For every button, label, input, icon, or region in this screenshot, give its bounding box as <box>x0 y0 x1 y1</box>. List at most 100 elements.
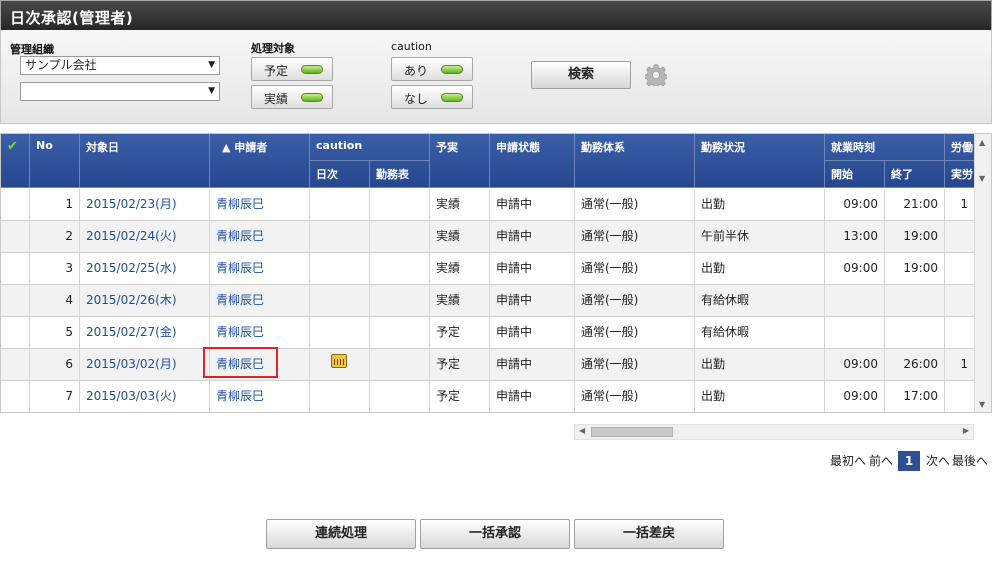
scroll-left-arrow-icon[interactable]: ◀ <box>579 426 585 435</box>
cell-applicant-link[interactable]: 青柳辰巳 <box>210 253 310 284</box>
col-work[interactable]: 勤務状況 <box>695 134 825 188</box>
pager-last[interactable]: 最後へ <box>952 452 988 469</box>
cell-applicant-link[interactable]: 青柳辰巳 <box>210 189 310 220</box>
bulk-approve-button[interactable]: 一括承認 <box>420 519 570 549</box>
bulk-return-button[interactable]: 一括差戻 <box>574 519 724 549</box>
chevron-down-icon: ▼ <box>208 60 215 70</box>
scroll-down-arrow-icon[interactable]: ▼ <box>979 400 985 409</box>
pager-prev[interactable]: 前へ <box>869 452 893 469</box>
org-select[interactable]: サンプル会社 ▼ <box>20 56 220 75</box>
cell-date-link[interactable]: 2015/02/23(月) <box>80 189 210 220</box>
cell-system: 通常(一般) <box>575 253 695 284</box>
col-status[interactable]: 申請状態 <box>490 134 575 188</box>
table-row[interactable]: 3 2015/02/25(水) 青柳辰巳 実績 申請中 通常(一般) 出勤 09:00 19:0… <box>1 253 975 285</box>
row-checkbox[interactable] <box>1 285 30 316</box>
cell-date-link[interactable]: 2015/02/27(金) <box>80 317 210 348</box>
cell-date-link-text[interactable]: 2015/02/26(木) <box>86 293 177 307</box>
cell-date-link[interactable]: 2015/03/03(火) <box>80 381 210 412</box>
select-all-checkbox[interactable]: ✔ <box>1 134 30 188</box>
table-row[interactable]: 1 2015/02/23(月) 青柳辰巳 実績 申請中 通常(一般) 出勤 09:00 21:0… <box>1 189 975 221</box>
row-checkbox[interactable] <box>1 253 30 284</box>
cell-date-link[interactable]: 2015/03/02(月) <box>80 349 210 380</box>
table-row[interactable]: 6 2015/03/02(月) 青柳辰巳 予定 申請中 通常(一般) 出勤 09:00 26:0… <box>1 349 975 381</box>
cell-applicant-link[interactable]: 青柳辰巳 <box>210 221 310 252</box>
org-sub-select[interactable]: ▼ <box>20 82 220 101</box>
pager-first[interactable]: 最初へ <box>830 452 866 469</box>
table-row[interactable]: 7 2015/03/03(火) 青柳辰巳 予定 申請中 通常(一般) 出勤 09:00 17:0… <box>1 381 975 412</box>
cell-work: 出勤 <box>695 189 825 220</box>
cell-applicant-link-text[interactable]: 青柳辰巳 <box>216 261 264 275</box>
scroll-thumb[interactable] <box>591 427 673 437</box>
cell-date-link[interactable]: 2015/02/24(火) <box>80 221 210 252</box>
scroll-right-arrow-icon[interactable]: ▶ <box>963 426 969 435</box>
cell-applicant-link[interactable]: 青柳辰巳 <box>210 285 310 316</box>
pager-next[interactable]: 次へ <box>926 452 950 469</box>
col-system[interactable]: 勤務体系 <box>575 134 695 188</box>
cell-applicant-link[interactable]: 青柳辰巳 <box>210 381 310 412</box>
cell-date-link-text[interactable]: 2015/02/27(金) <box>86 325 177 339</box>
cell-system: 通常(一般) <box>575 285 695 316</box>
row-checkbox[interactable] <box>1 317 30 348</box>
table-row[interactable]: 4 2015/02/26(木) 青柳辰巳 実績 申請中 通常(一般) 有給休暇 <box>1 285 975 317</box>
cell-caution-daily <box>310 253 370 284</box>
cell-date-link[interactable]: 2015/02/25(水) <box>80 253 210 284</box>
cell-date-link-text[interactable]: 2015/02/23(月) <box>86 197 177 211</box>
cell-date-link[interactable]: 2015/02/26(木) <box>80 285 210 316</box>
cell-system: 通常(一般) <box>575 221 695 252</box>
cell-applicant-link-text[interactable]: 青柳辰巳 <box>216 229 264 243</box>
continuous-process-button[interactable]: 連続処理 <box>266 519 416 549</box>
col-caution-daily[interactable]: 日次 <box>310 161 370 188</box>
caution-yes-toggle[interactable]: あり <box>391 57 473 81</box>
col-caution-sheet[interactable]: 勤務表 <box>370 161 430 188</box>
col-end[interactable]: 終了 <box>885 161 945 188</box>
cell-plan: 予定 <box>430 317 490 348</box>
table-row[interactable]: 5 2015/02/27(金) 青柳辰巳 予定 申請中 通常(一般) 有給休暇 <box>1 317 975 349</box>
target-actual-label: 実績 <box>264 92 289 106</box>
cell-no: 3 <box>30 253 80 284</box>
cell-caution-daily <box>310 285 370 316</box>
table-header: ✔ No 対象日 ▲ 申請者 caution 日次 勤務表 予実 申請状態 勤務… <box>1 134 975 188</box>
vertical-scrollbar[interactable]: ▲ ▼ ▼ <box>974 134 991 412</box>
cell-actual <box>945 285 975 316</box>
target-actual-toggle[interactable]: 実績 <box>251 85 333 109</box>
cell-date-link-text[interactable]: 2015/03/02(月) <box>86 357 177 371</box>
col-plan[interactable]: 予実 <box>430 134 490 188</box>
caution-no-toggle[interactable]: なし <box>391 85 473 109</box>
row-checkbox[interactable] <box>1 349 30 380</box>
target-plan-toggle[interactable]: 予定 <box>251 57 333 81</box>
horizontal-scrollbar[interactable]: ◀ ▶ <box>574 424 974 440</box>
col-no[interactable]: No <box>30 134 80 188</box>
row-checkbox[interactable] <box>1 221 30 252</box>
cell-date-link-text[interactable]: 2015/02/25(水) <box>86 261 177 275</box>
row-checkbox[interactable] <box>1 381 30 412</box>
window-title-bar: 日次承認(管理者) <box>0 0 992 30</box>
cell-caution-sheet <box>370 349 430 380</box>
cell-plan: 予定 <box>430 349 490 380</box>
cell-applicant-link-text[interactable]: 青柳辰巳 <box>216 293 264 307</box>
cell-applicant-link-text[interactable]: 青柳辰巳 <box>216 197 264 211</box>
scroll-up-arrow-icon[interactable]: ▲ <box>979 138 985 147</box>
cell-status: 申請中 <box>490 381 575 412</box>
col-hours: 就業時刻 <box>825 134 945 161</box>
cell-date-link-text[interactable]: 2015/02/24(火) <box>86 229 177 243</box>
chevron-down-icon: ▼ <box>208 86 215 96</box>
search-button[interactable]: 検索 <box>531 61 631 89</box>
col-start[interactable]: 開始 <box>825 161 885 188</box>
cell-date-link-text[interactable]: 2015/03/03(火) <box>86 389 177 403</box>
cell-work: 出勤 <box>695 349 825 380</box>
cell-applicant-link[interactable]: 青柳辰巳 <box>210 317 310 348</box>
cell-plan: 予定 <box>430 381 490 412</box>
cell-applicant-link-text[interactable]: 青柳辰巳 <box>216 325 264 339</box>
caution-calendar-icon[interactable] <box>331 354 347 368</box>
row-checkbox[interactable] <box>1 189 30 220</box>
cell-applicant-link-text[interactable]: 青柳辰巳 <box>216 389 264 403</box>
col-actual[interactable]: 実労 <box>945 161 975 188</box>
cell-caution-sheet <box>370 381 430 412</box>
scroll-down-arrow-icon[interactable]: ▼ <box>979 174 985 183</box>
cell-actual <box>945 253 975 284</box>
col-date[interactable]: 対象日 <box>80 134 210 188</box>
approval-table: ✔ No 対象日 ▲ 申請者 caution 日次 勤務表 予実 申請状態 勤務… <box>0 133 992 413</box>
col-applicant[interactable]: ▲ 申請者 <box>210 134 310 188</box>
table-row[interactable]: 2 2015/02/24(火) 青柳辰巳 実績 申請中 通常(一般) 午前半休 13:00 19… <box>1 221 975 253</box>
gear-icon[interactable] <box>645 64 667 86</box>
